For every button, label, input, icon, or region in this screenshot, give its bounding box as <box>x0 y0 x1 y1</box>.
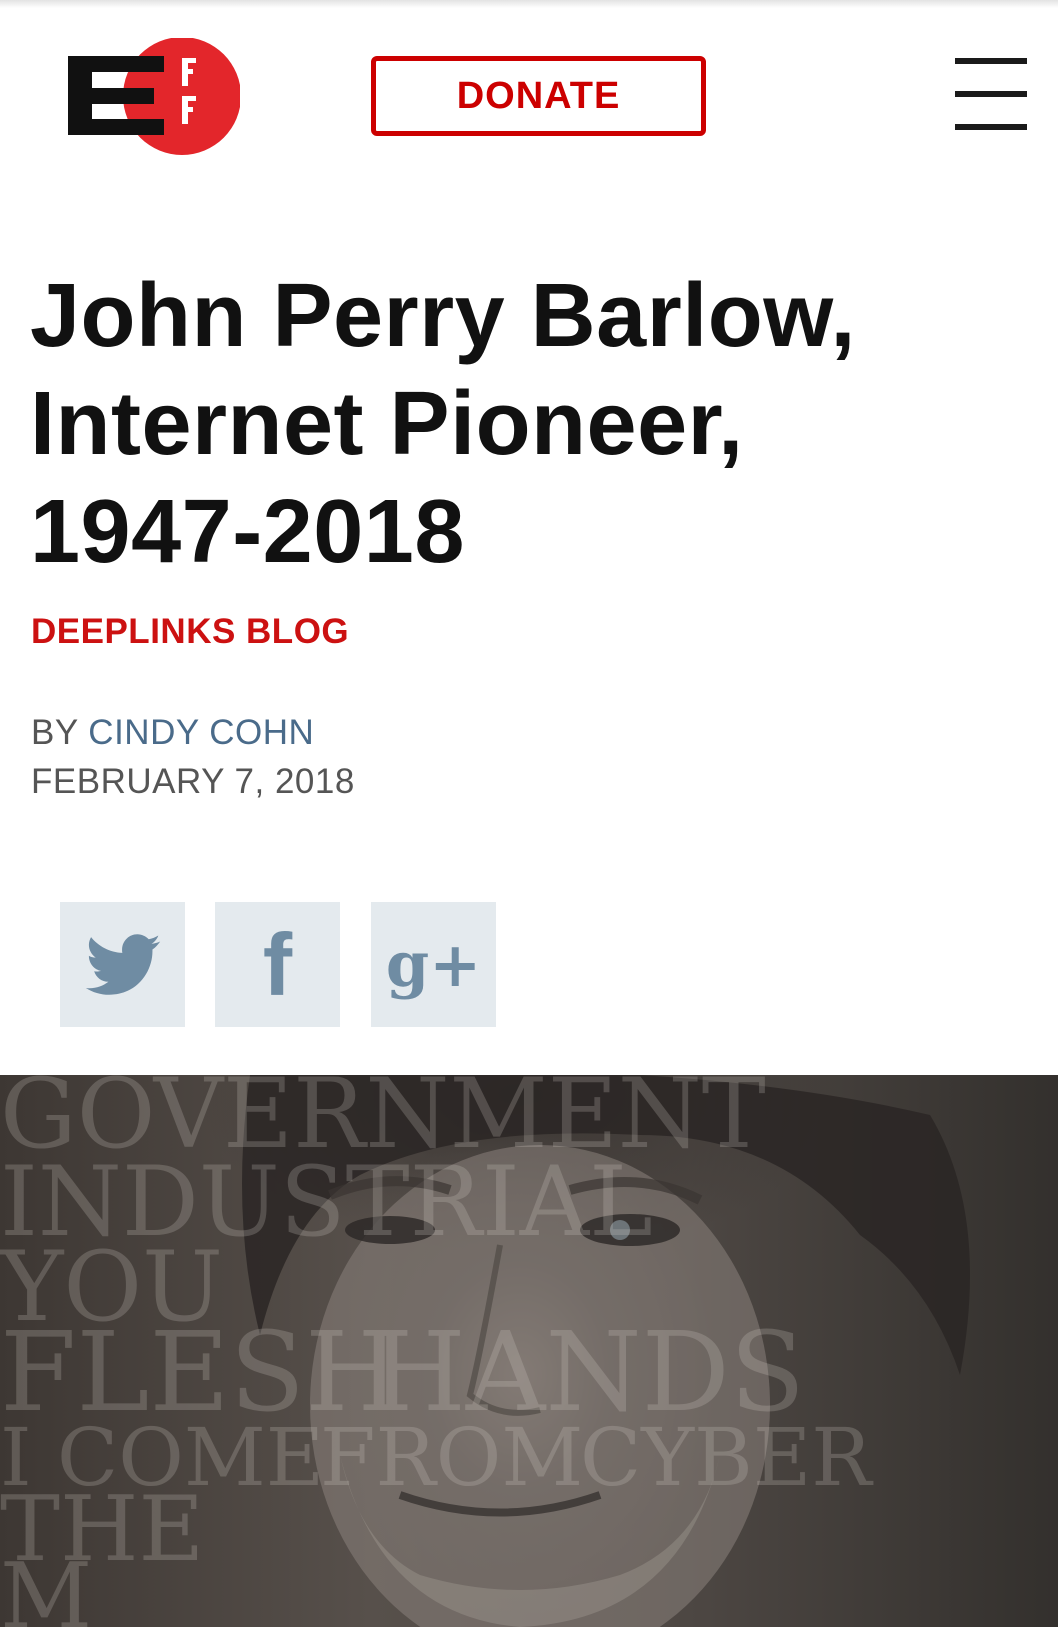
by-prefix: BY <box>31 713 79 752</box>
menu-bar <box>955 124 1027 130</box>
category-link[interactable]: DEEPLINKS BLOG <box>31 612 349 652</box>
overlay-word: CYBER <box>580 1411 874 1504</box>
overlay-word: M <box>0 1544 92 1627</box>
title-line: Internet Pioneer, <box>30 374 744 474</box>
page: DONATE John Perry Barlow, Internet Pione… <box>0 0 1058 1627</box>
title-line: 1947-2018 <box>30 482 465 582</box>
overlay-word: FROM <box>320 1411 583 1504</box>
hamburger-menu-icon[interactable] <box>955 58 1027 130</box>
facebook-share-button[interactable]: f <box>215 902 340 1027</box>
hero-image: GOVERNMENT INDUSTRIAL YOU FLESH HANDS I … <box>0 1075 1058 1627</box>
menu-bar <box>955 58 1027 64</box>
facebook-icon: f <box>262 914 293 1014</box>
google-plus-share-button[interactable]: g+ <box>371 902 496 1027</box>
byline: BY CINDY COHN <box>31 713 314 753</box>
publish-date: FEBRUARY 7, 2018 <box>31 762 355 801</box>
eff-logo[interactable] <box>68 37 241 156</box>
title-line: John Perry Barlow, <box>30 266 856 366</box>
article-title: John Perry Barlow, Internet Pioneer, 194… <box>30 262 1030 586</box>
top-shadow <box>0 0 1058 8</box>
donate-button[interactable]: DONATE <box>371 56 706 136</box>
twitter-icon <box>85 933 160 995</box>
menu-bar <box>955 91 1027 97</box>
author-link[interactable]: CINDY COHN <box>88 713 314 752</box>
hero-portrait: GOVERNMENT INDUSTRIAL YOU FLESH HANDS I … <box>0 1075 970 1627</box>
google-plus-icon: g+ <box>385 927 482 1001</box>
twitter-share-button[interactable] <box>60 902 185 1027</box>
